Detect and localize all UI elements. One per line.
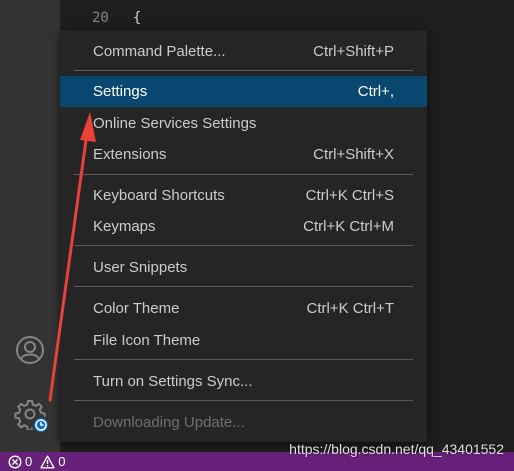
menu-item-label: Online Services Settings xyxy=(93,115,257,132)
watermark-text: https://blog.csdn.net/qq_43401552 xyxy=(289,441,504,457)
menu-item-label: Settings xyxy=(93,83,148,100)
line-number: 20 xyxy=(92,10,109,26)
menu-item-label: Turn on Settings Sync... xyxy=(93,373,253,390)
menu-item-color-theme[interactable]: Color Theme Ctrl+K Ctrl+T xyxy=(60,293,427,324)
menu-item-shortcut: Ctrl+Shift+X xyxy=(313,146,394,163)
menu-item-label: Keyboard Shortcuts xyxy=(93,187,225,204)
manage-gear-icon[interactable] xyxy=(12,396,50,434)
menu-item-online-services-settings[interactable]: Online Services Settings xyxy=(60,108,427,139)
menu-item-label: Downloading Update... xyxy=(93,414,245,431)
code-text: { xyxy=(132,10,142,26)
error-count: 0 xyxy=(25,454,33,469)
manage-menu: Command Palette... Ctrl+Shift+P Settings… xyxy=(60,30,427,442)
code-line: 20 { xyxy=(92,6,141,30)
menu-item-shortcut: Ctrl+, xyxy=(357,83,394,100)
menu-item-shortcut: Ctrl+K Ctrl+S xyxy=(305,187,394,204)
menu-item-keyboard-shortcuts[interactable]: Keyboard Shortcuts Ctrl+K Ctrl+S xyxy=(60,180,427,211)
menu-item-label: User Snippets xyxy=(93,259,188,276)
menu-item-label: Keymaps xyxy=(93,218,156,235)
problems-warnings[interactable]: 0 xyxy=(40,454,65,469)
menu-item-downloading-update: Downloading Update... xyxy=(60,407,427,438)
problems-errors[interactable]: 0 xyxy=(8,454,32,469)
warning-icon xyxy=(40,455,55,468)
menu-separator xyxy=(74,400,413,401)
menu-separator xyxy=(74,174,413,175)
menu-separator xyxy=(74,286,413,287)
menu-item-label: Command Palette... xyxy=(93,43,226,60)
menu-item-keymaps[interactable]: Keymaps Ctrl+K Ctrl+M xyxy=(60,211,427,242)
menu-item-label: Extensions xyxy=(93,146,167,163)
menu-separator xyxy=(74,245,413,246)
menu-item-label: File Icon Theme xyxy=(93,332,201,349)
menu-item-file-icon-theme[interactable]: File Icon Theme xyxy=(60,325,427,356)
menu-item-settings-sync[interactable]: Turn on Settings Sync... xyxy=(60,366,427,397)
menu-item-shortcut: Ctrl+Shift+P xyxy=(313,43,394,60)
activity-bar xyxy=(0,0,60,452)
menu-item-shortcut: Ctrl+K Ctrl+T xyxy=(306,300,394,317)
menu-item-command-palette[interactable]: Command Palette... Ctrl+Shift+P xyxy=(60,36,427,67)
menu-item-settings[interactable]: Settings Ctrl+, xyxy=(60,76,427,107)
menu-item-user-snippets[interactable]: User Snippets xyxy=(60,252,427,283)
menu-item-extensions[interactable]: Extensions Ctrl+Shift+X xyxy=(60,139,427,170)
menu-separator xyxy=(74,70,413,71)
menu-separator xyxy=(74,359,413,360)
account-icon[interactable] xyxy=(12,332,48,368)
warning-count: 0 xyxy=(58,454,66,469)
menu-item-shortcut: Ctrl+K Ctrl+M xyxy=(303,218,394,235)
menu-item-label: Color Theme xyxy=(93,300,180,317)
update-clock-icon xyxy=(32,416,50,434)
error-icon xyxy=(8,454,22,469)
